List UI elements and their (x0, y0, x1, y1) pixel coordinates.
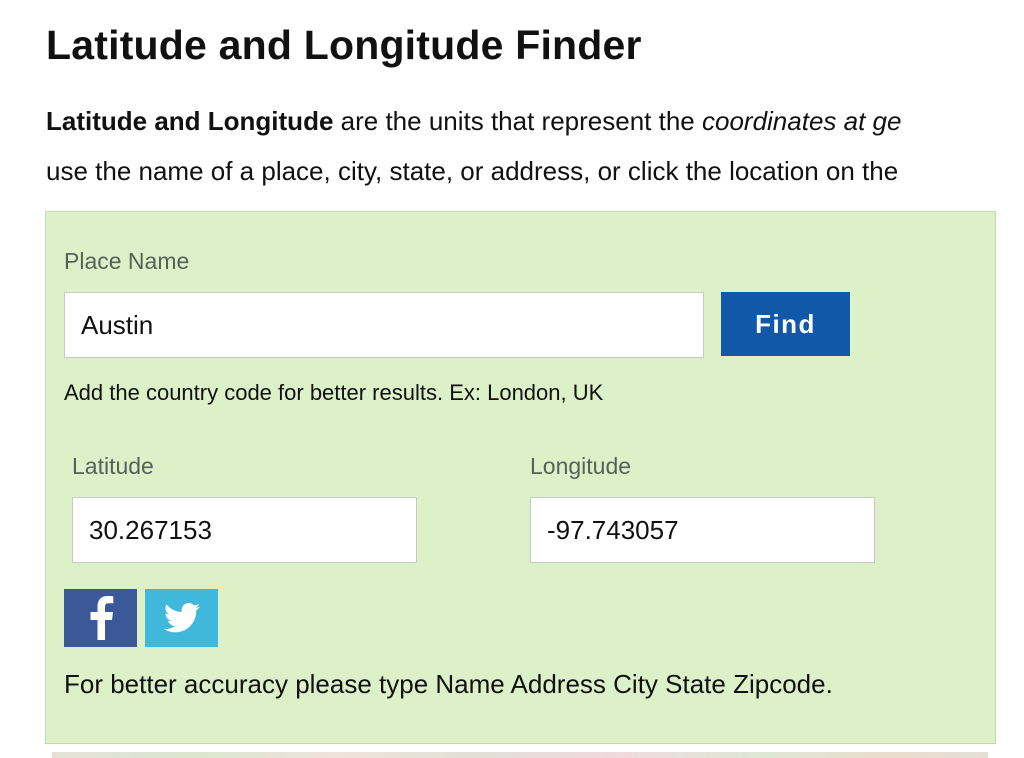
place-name-label: Place Name (64, 248, 190, 274)
intro-italic-text: coordinates at ge (701, 106, 902, 136)
map-preview-edge[interactable] (52, 752, 988, 758)
accuracy-note: For better accuracy please type Name Add… (64, 669, 833, 699)
intro-bold-lead: Latitude and Longitude (46, 106, 334, 136)
longitude-field[interactable] (530, 497, 875, 563)
finder-panel: Place Name Find Add the country code for… (45, 211, 996, 744)
intro-paragraph: Latitude and Longitude are the units tha… (46, 96, 1024, 196)
intro-line-1: Latitude and Longitude are the units tha… (46, 96, 1024, 146)
place-name-input[interactable] (64, 292, 704, 358)
longitude-label: Longitude (530, 453, 632, 479)
page-title: Latitude and Longitude Finder (46, 22, 642, 68)
find-button[interactable]: Find (721, 292, 850, 356)
page: Latitude and Longitude Finder Latitude a… (0, 0, 1024, 758)
latitude-label: Latitude (72, 453, 154, 479)
twitter-icon (163, 603, 200, 633)
latitude-field[interactable] (72, 497, 417, 563)
facebook-icon (90, 596, 113, 640)
facebook-share-button[interactable] (64, 589, 137, 647)
twitter-share-button[interactable] (145, 589, 218, 647)
intro-line-2: use the name of a place, city, state, or… (46, 156, 899, 186)
intro-text: are the units that represent the (333, 106, 702, 136)
country-code-hint: Add the country code for better results.… (64, 380, 604, 405)
